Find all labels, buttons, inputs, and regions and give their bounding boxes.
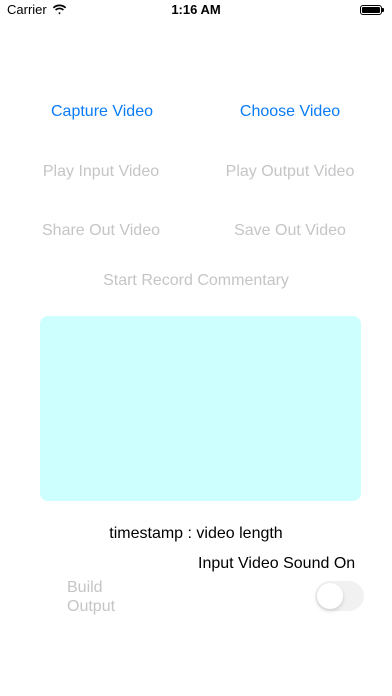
choose-video-button[interactable]: Choose Video [240, 103, 340, 121]
timestamp-label: timestamp : video length [109, 525, 283, 542]
input-video-sound-toggle[interactable] [315, 581, 364, 611]
capture-video-button[interactable]: Capture Video [51, 103, 153, 121]
start-record-commentary-button[interactable]: Start Record Commentary [103, 272, 289, 290]
toggle-knob [317, 583, 343, 609]
share-out-video-button[interactable]: Share Out Video [42, 222, 160, 240]
play-output-video-button[interactable]: Play Output Video [226, 163, 355, 181]
play-input-video-button[interactable]: Play Input Video [43, 163, 159, 181]
video-preview [40, 316, 361, 501]
build-output-button[interactable]: Build Output [67, 578, 137, 616]
save-out-video-button[interactable]: Save Out Video [234, 222, 346, 240]
battery-icon [360, 5, 384, 15]
status-time: 1:16 AM [171, 2, 221, 17]
input-video-sound-label: Input Video Sound On [198, 555, 356, 572]
